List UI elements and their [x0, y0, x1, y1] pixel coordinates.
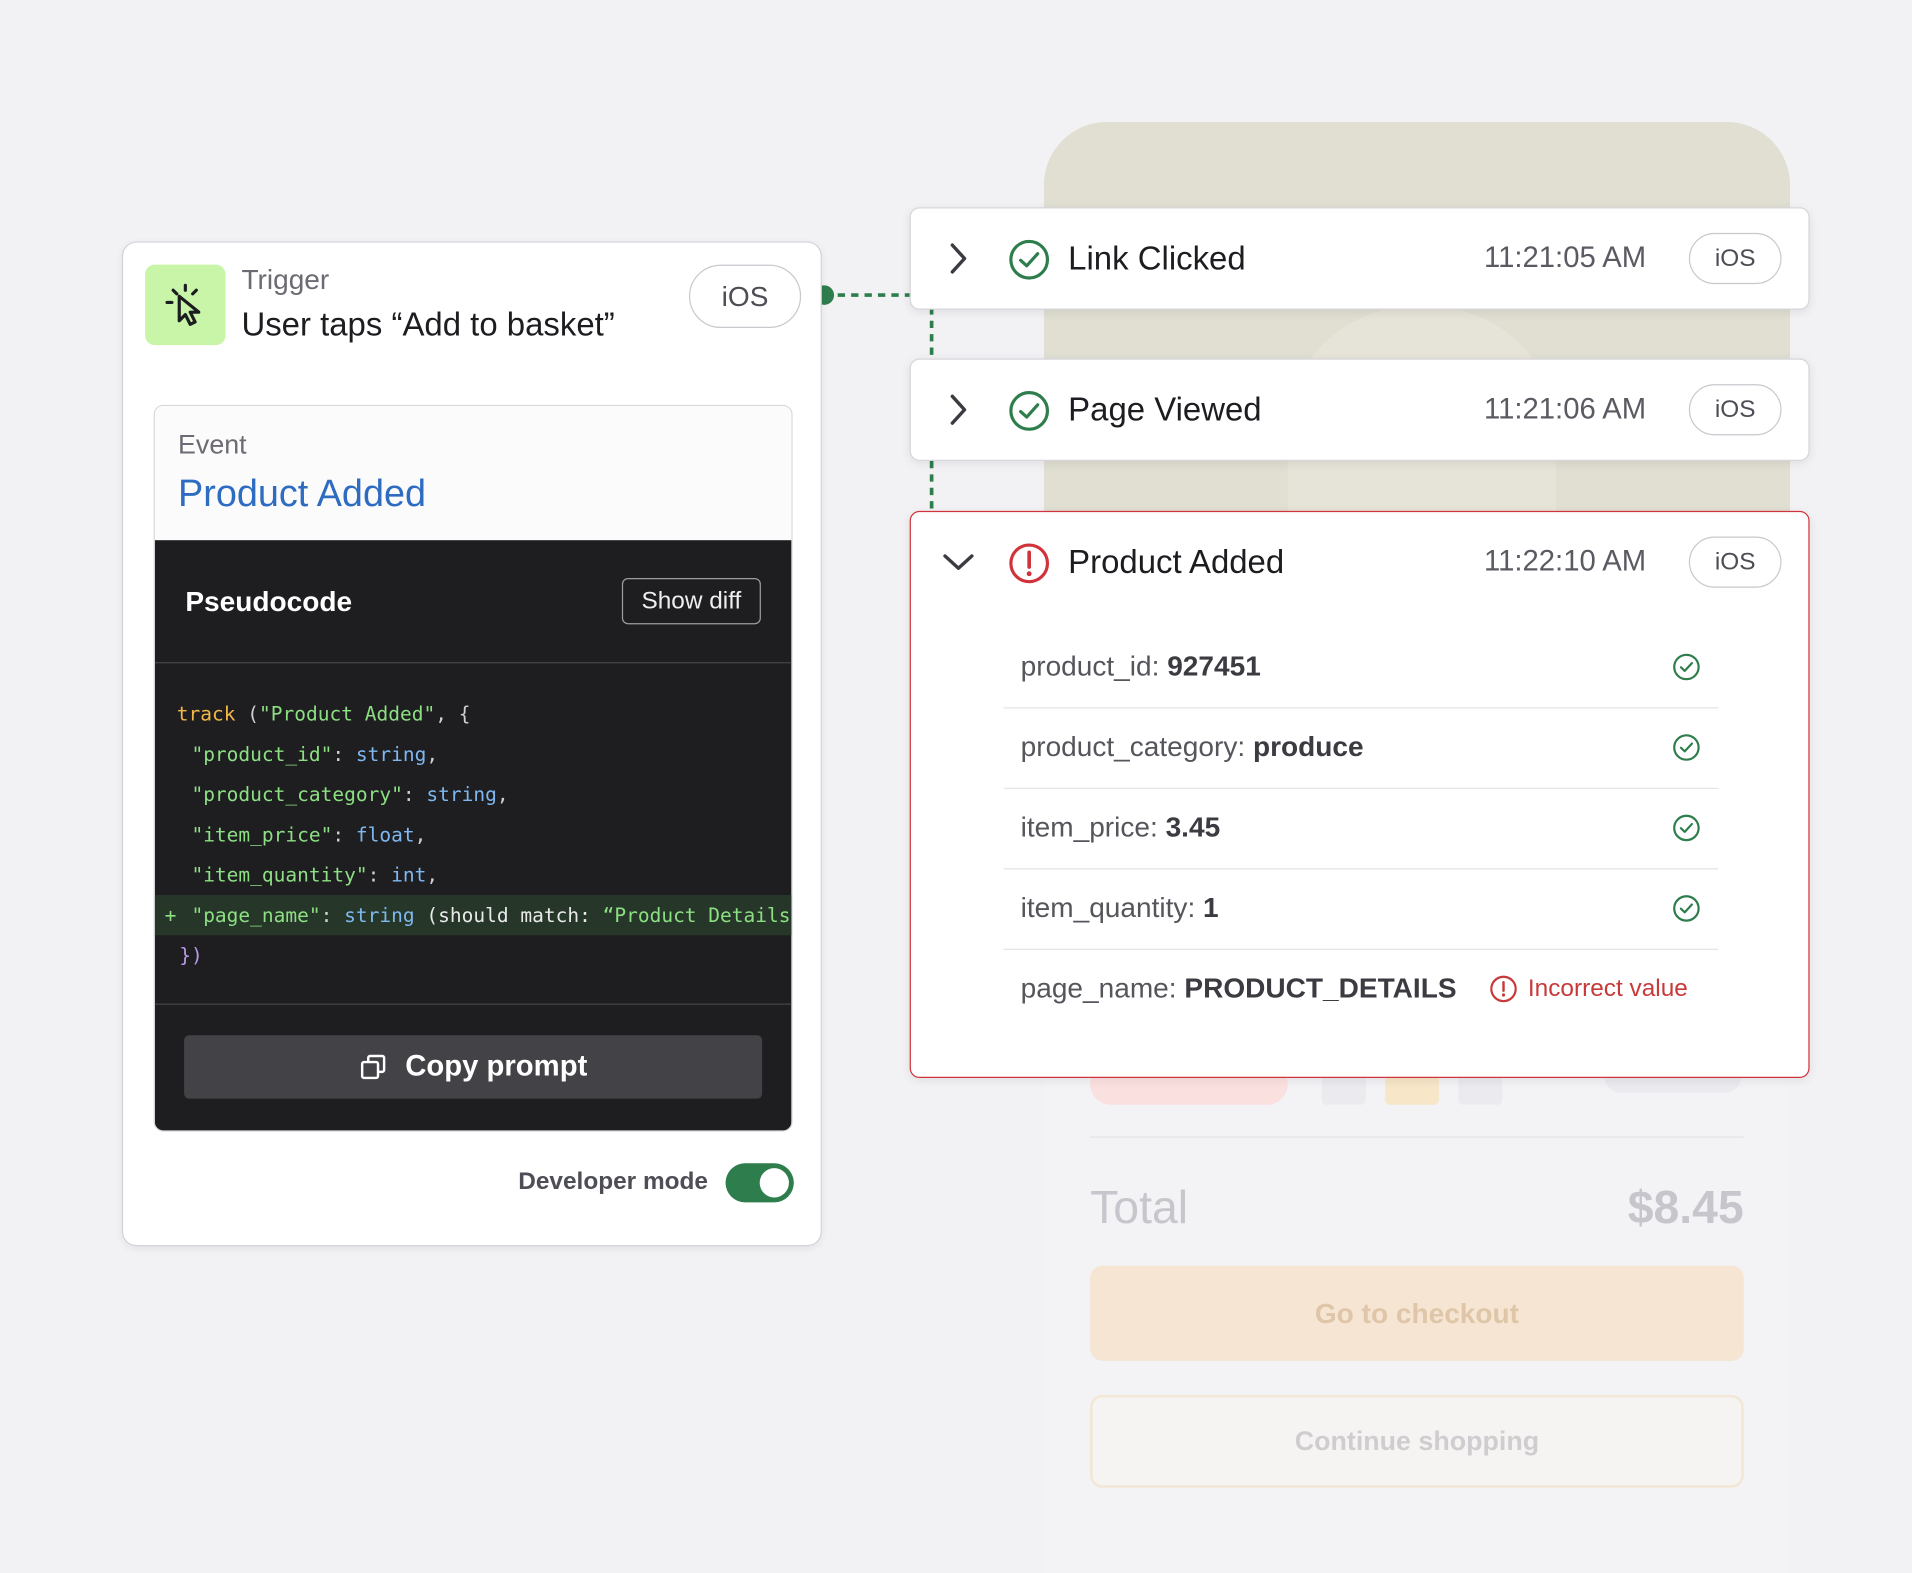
check-circle-icon: [1009, 239, 1050, 280]
code-divider-bottom: [154, 1003, 792, 1005]
code-line: "product_category": string,: [191, 782, 509, 807]
trigger-platform-badge[interactable]: iOS: [688, 264, 802, 329]
pseudocode-panel: Pseudocode Show diff track ("Product Add…: [154, 540, 792, 1131]
divider: [1090, 1136, 1744, 1138]
event-row-platform[interactable]: iOS: [1688, 536, 1782, 588]
property-key: product_id:: [1020, 649, 1160, 682]
continue-shopping-button[interactable]: Continue shopping: [1090, 1394, 1744, 1488]
property-row: product_category: produce: [1003, 708, 1719, 789]
code-line: "product_id": string,: [191, 742, 439, 766]
property-key: item_quantity:: [1020, 891, 1196, 924]
check-circle-icon: [1673, 814, 1700, 842]
check-circle-icon: [1673, 734, 1700, 761]
event-row-time: 11:22:10 AM: [1483, 545, 1647, 578]
event-row-name: Page Viewed: [1068, 391, 1262, 429]
check-circle-icon: [1673, 653, 1700, 681]
event-row-time: 11:21:06 AM: [1483, 392, 1647, 426]
alert-circle-icon: [1009, 543, 1050, 584]
chevron-right-icon[interactable]: [940, 390, 977, 429]
property-list: product_id: 927451 product_category: pro…: [1003, 628, 1719, 1029]
property-key-wrap: item_quantity: 1: [1021, 891, 1219, 924]
code-line: }): [179, 943, 203, 967]
check-circle-icon: [1673, 895, 1700, 922]
property-key: page_name:: [1020, 971, 1177, 1004]
event-row-platform[interactable]: iOS: [1688, 384, 1782, 436]
pseudocode-title: Pseudocode: [185, 585, 353, 618]
code-block: track ("Product Added", { "product_id": …: [154, 694, 791, 976]
trigger-title: User taps “Add to basket”: [241, 306, 615, 343]
code-line: "item_price": float,: [191, 823, 427, 847]
event-row-product-added[interactable]: Product Added 11:22:10 AM iOS product_id…: [909, 510, 1810, 1078]
code-line-added: + "page_name": string (should match: “Pro…: [154, 895, 791, 936]
developer-mode-toggle[interactable]: [725, 1163, 794, 1203]
event-name[interactable]: Product Added: [178, 472, 426, 516]
trigger-card: Trigger User taps “Add to basket” iOS Ev…: [121, 241, 822, 1247]
event-row-time: 11:21:05 AM: [1483, 241, 1647, 275]
event-label: Event: [178, 429, 247, 460]
product-image: [1043, 121, 1791, 549]
event-row-name: Link Clicked: [1068, 240, 1246, 277]
copy-prompt-label: Copy prompt: [405, 1049, 588, 1083]
chevron-right-icon[interactable]: [940, 239, 977, 278]
code-line: "item_quantity": int,: [191, 863, 439, 887]
total-label: Total: [1090, 1182, 1189, 1235]
property-row: item_price: 3.45: [1003, 789, 1719, 870]
property-row: page_name: PRODUCT_DETAILS Incorrect val…: [1004, 950, 1719, 1029]
event-row-page-viewed[interactable]: Page Viewed 11:21:06 AM iOS: [909, 358, 1810, 461]
property-value: 3.45: [1165, 810, 1221, 843]
property-row: item_quantity: 1: [1003, 869, 1719, 950]
event-header: Event Product Added: [154, 406, 792, 541]
event-box: Event Product Added Pseudocode Show diff…: [153, 404, 793, 1132]
property-key-wrap: product_id: 927451: [1021, 650, 1261, 683]
property-value: 1: [1203, 891, 1219, 924]
total-value: $8.45: [1627, 1182, 1744, 1235]
cursor-click-icon: [165, 283, 201, 326]
property-value: 927451: [1167, 649, 1261, 682]
event-row-name: Product Added: [1068, 543, 1285, 581]
code-line: track ("Product Added", {: [176, 702, 471, 726]
stage: Total $8.45 Go to checkout Continue shop…: [0, 0, 1912, 1573]
toggle-knob: [759, 1168, 789, 1198]
show-diff-button[interactable]: Show diff: [621, 577, 761, 625]
go-to-checkout-button[interactable]: Go to checkout: [1090, 1265, 1744, 1361]
trigger-icon-box: [145, 264, 226, 346]
property-value: produce: [1252, 730, 1364, 763]
property-key-wrap: item_price: 3.45: [1021, 811, 1221, 844]
developer-mode-label: Developer mode: [518, 1168, 708, 1196]
property-error-message: Incorrect value: [1527, 974, 1688, 1002]
property-error: Incorrect value: [1489, 974, 1688, 1003]
event-row-link-clicked[interactable]: Link Clicked 11:21:05 AM iOS: [909, 207, 1810, 310]
alert-circle-icon: [1490, 975, 1517, 1003]
chevron-down-icon[interactable]: [940, 543, 977, 582]
check-circle-icon: [1009, 391, 1050, 431]
property-value: PRODUCT_DETAILS: [1184, 971, 1457, 1004]
property-key: product_category:: [1020, 730, 1246, 763]
code-divider-top: [154, 662, 792, 664]
copy-prompt-button[interactable]: Copy prompt: [184, 1035, 763, 1099]
property-key: item_price:: [1020, 810, 1158, 843]
copy-icon: [361, 1054, 386, 1080]
event-row-platform[interactable]: iOS: [1688, 232, 1782, 285]
property-key-wrap: page_name: PRODUCT_DETAILS: [1021, 972, 1457, 1005]
property-key-wrap: product_category: produce: [1021, 730, 1364, 763]
trigger-label: Trigger: [241, 263, 330, 296]
property-row: product_id: 927451: [1003, 628, 1719, 709]
